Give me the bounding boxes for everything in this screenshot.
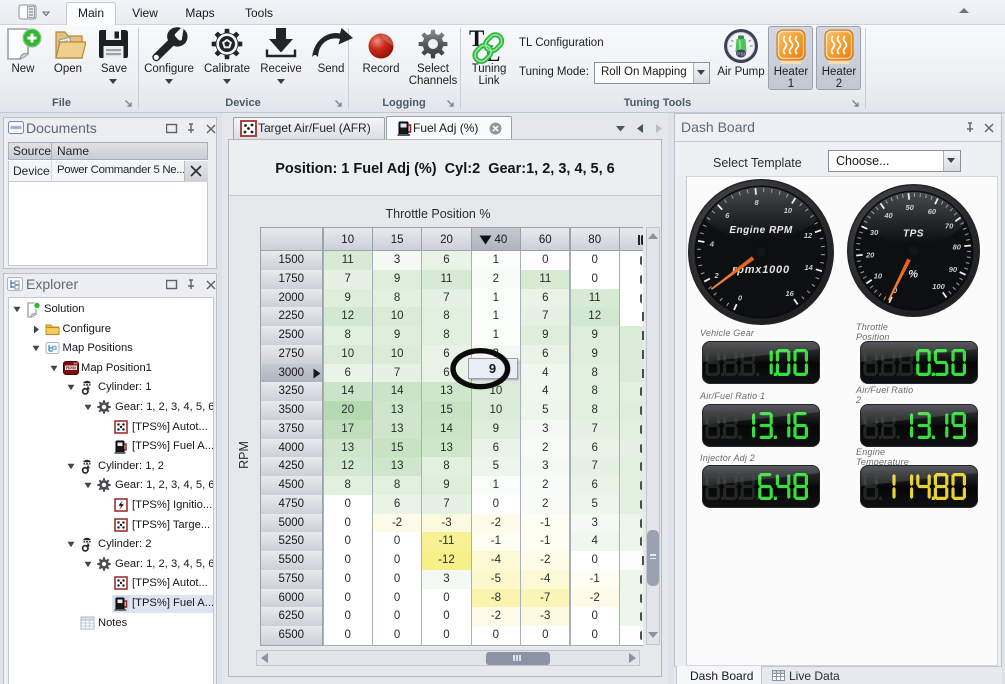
svg-text:TPS: TPS <box>903 229 924 240</box>
svg-text:2: 2 <box>714 271 720 280</box>
svg-text:20: 20 <box>865 250 875 259</box>
svg-text:30: 30 <box>870 228 879 237</box>
svg-text:60: 60 <box>928 207 937 216</box>
svg-text:70: 70 <box>945 222 954 231</box>
svg-text:16: 16 <box>786 289 795 298</box>
svg-text:RPM: RPM <box>66 365 76 370</box>
svg-text:%: % <box>908 269 919 281</box>
svg-text:90: 90 <box>949 265 958 274</box>
svg-text:12: 12 <box>804 231 813 240</box>
svg-text:4: 4 <box>709 239 715 248</box>
svg-text:40: 40 <box>883 211 893 220</box>
svg-text:80: 80 <box>953 243 962 252</box>
svg-text:10: 10 <box>784 206 793 215</box>
svg-text:10: 10 <box>874 272 883 281</box>
svg-text:50: 50 <box>906 203 915 212</box>
svg-text:100: 100 <box>932 282 945 291</box>
svg-text:Engine RPM: Engine RPM <box>729 225 793 236</box>
svg-text:14: 14 <box>805 263 814 272</box>
svg-text:PSI: PSI <box>737 52 745 58</box>
